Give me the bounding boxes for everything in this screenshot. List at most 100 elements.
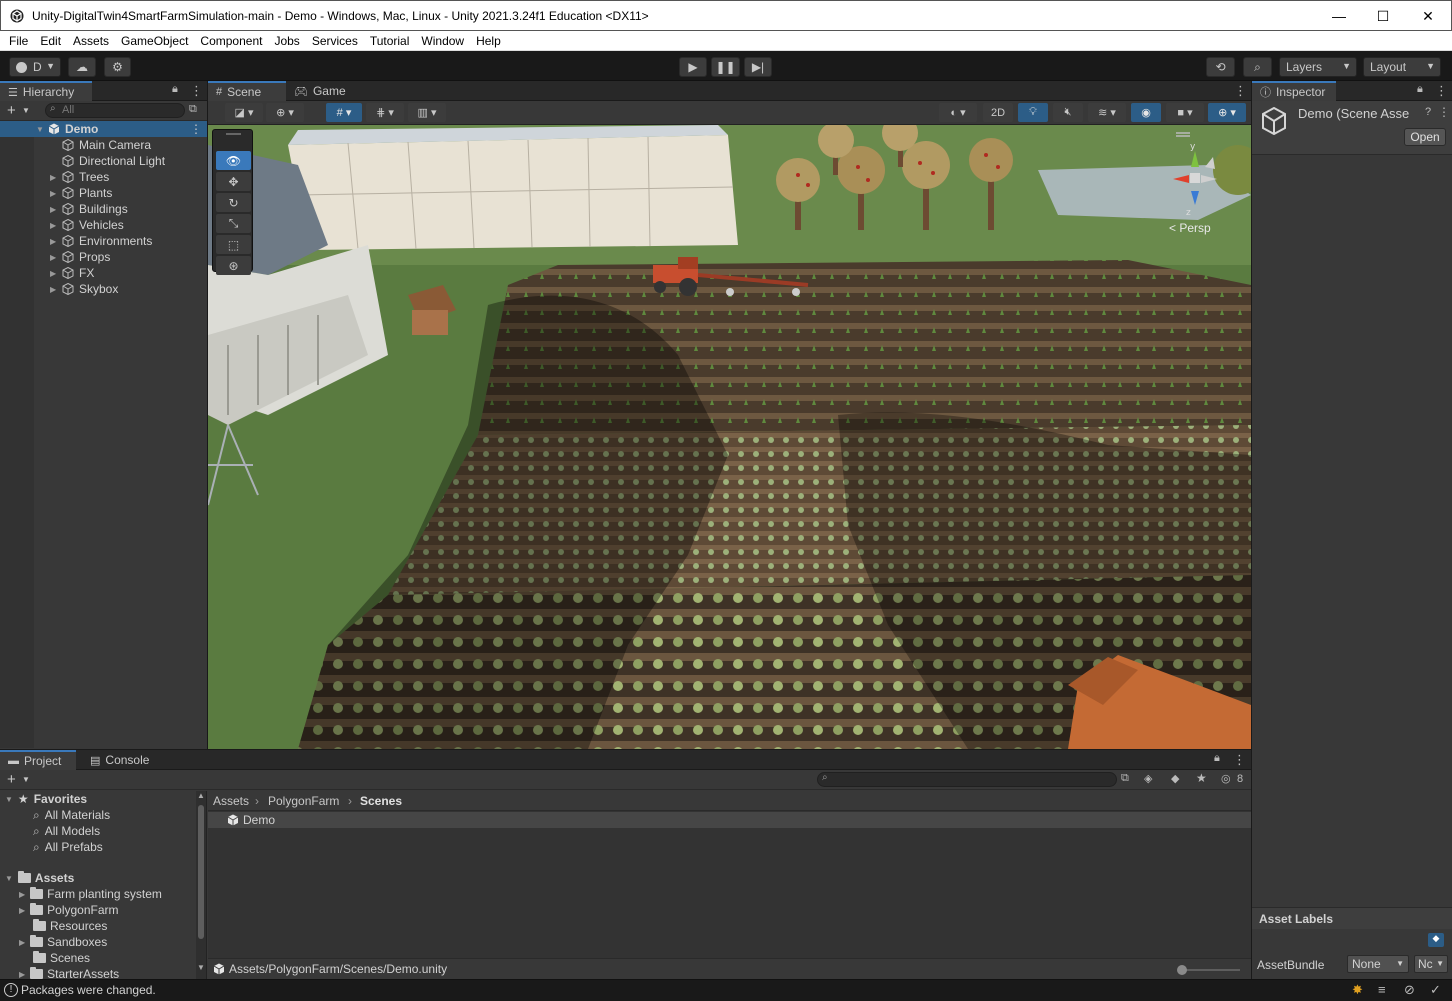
lock-icon[interactable]: 🔒︎ [1417,83,1423,96]
scroll-up-icon[interactable]: ▲ [197,791,205,800]
play-button[interactable]: ▶ [679,57,707,77]
open-button[interactable]: Open [1404,128,1446,146]
cache-server-icon[interactable]: ≡ [1378,982,1386,997]
tab-scene[interactable]: # Scene [208,81,286,101]
effects-dropdown[interactable]: ≋ ▾ [1088,103,1126,122]
tag-icon[interactable]: ◆ [1428,933,1444,947]
chevron-right-icon[interactable]: ▶ [50,221,56,230]
menu-gameobject[interactable]: GameObject [115,34,194,48]
breadcrumb-assets[interactable]: Assets [213,794,249,808]
hierarchy-item[interactable]: ▶ Trees [0,169,207,185]
scene-visibility-icon[interactable]: ⧉ [189,103,197,116]
pause-button[interactable]: ❚❚ [711,57,740,77]
chevron-down-icon[interactable]: ▼ [5,795,13,804]
bug-icon[interactable]: ✸ [1352,982,1363,998]
camera-dropdown[interactable]: ■ ▾ [1166,103,1204,122]
folder-tree-scrollbar[interactable]: ▲ ▼ [196,791,206,980]
gizmos-dropdown[interactable]: ⊕ ▾ [1208,103,1246,122]
asset-folder-row[interactable]: Scenes [33,950,90,966]
chevron-right-icon[interactable]: ▶ [50,269,56,278]
more-menu-icon[interactable]: ⋮ [1435,83,1448,99]
debug-mode-icon[interactable]: ⊘ [1404,982,1415,998]
chevron-right-icon[interactable]: ▶ [19,970,25,979]
hierarchy-item[interactable]: ▶ Skybox [0,281,207,297]
2d-toggle[interactable]: 2D [983,103,1013,122]
assets-root-row[interactable]: ▼ Assets [5,870,74,886]
chevron-right-icon[interactable]: ▶ [50,189,56,198]
lock-icon[interactable]: 🔒︎ [172,83,178,96]
asset-labels-header[interactable]: Asset Labels [1252,907,1452,929]
grid-snap-toggle[interactable]: # ▾ [326,103,362,122]
file-row[interactable]: Demo [208,812,1251,828]
more-menu-icon[interactable]: ⋮ [1233,752,1246,768]
chevron-right-icon[interactable]: ▶ [19,890,25,899]
menu-jobs[interactable]: Jobs [268,34,305,48]
hierarchy-item[interactable]: Directional Light [0,153,207,169]
add-icon[interactable]: + [7,102,16,119]
status-message[interactable]: Packages were changed. [21,983,156,997]
hierarchy-item[interactable]: Main Camera [0,137,207,153]
filter-by-type-icon[interactable]: ◈ [1144,772,1152,785]
hierarchy-item[interactable]: ▶ FX [0,265,207,281]
favorite-star-icon[interactable]: ★ [1196,771,1207,785]
hierarchy-search-input[interactable]: ⌕ All [45,103,185,118]
tab-hierarchy[interactable]: ☰ Hierarchy [0,81,92,101]
chevron-right-icon[interactable]: ▶ [50,237,56,246]
settings-icon[interactable]: ⋮ [1438,105,1450,119]
more-menu-icon[interactable]: ⋮ [1234,83,1247,99]
menu-window[interactable]: Window [415,34,470,48]
chevron-right-icon[interactable]: ▶ [50,285,56,294]
rect-tool-button[interactable]: ⬚ [216,235,251,254]
filter-by-label-icon[interactable]: ◆ [1171,772,1179,785]
chevron-right-icon[interactable]: ▶ [19,906,25,915]
more-menu-icon[interactable]: ⋮ [190,122,202,136]
asset-folder-row[interactable]: ▶ StarterAssets [19,966,119,980]
menu-file[interactable]: File [3,34,34,48]
asset-variant-dropdown[interactable]: Nc ▼ [1414,955,1448,973]
chevron-down-icon[interactable]: ▼ [36,125,44,134]
menu-tutorial[interactable]: Tutorial [364,34,416,48]
close-button[interactable]: ✕ [1405,1,1451,31]
asset-folder-row[interactable]: ▶ Sandboxes [19,934,107,950]
search-button[interactable]: ⌕ [1243,57,1272,77]
icon-size-slider[interactable] [1177,965,1240,975]
tab-console[interactable]: ▤ Console [82,750,162,770]
chevron-down-icon[interactable]: ▼ [22,775,30,784]
menu-assets[interactable]: Assets [67,34,115,48]
minimize-button[interactable]: — [1316,1,1362,31]
favorites-row[interactable]: ▼ ★ Favorites [5,791,87,807]
chevron-right-icon[interactable]: ▶ [50,173,56,182]
menu-services[interactable]: Services [306,34,364,48]
scene-visibility-toggle[interactable]: ◉ [1131,103,1161,122]
chevron-right-icon[interactable]: ▶ [19,938,25,947]
asset-folder-row[interactable]: Resources [33,918,107,934]
hierarchy-item[interactable]: ▶ Buildings [0,201,207,217]
auto-generate-lighting-icon[interactable]: ✓ [1430,982,1441,998]
tab-project[interactable]: ▬ Project [0,750,76,770]
more-menu-icon[interactable]: ⋮ [190,83,203,99]
info-icon[interactable]: ! [4,983,18,997]
scale-tool-button[interactable]: ⤡ [216,214,251,233]
rotate-tool-button[interactable]: ↻ [216,193,251,212]
grid-visibility-toggle[interactable]: ▥ ▾ [408,103,446,122]
move-tool-button[interactable]: ✥ [216,172,251,191]
chevron-right-icon[interactable]: ▶ [50,205,56,214]
lock-icon[interactable]: 🔒︎ [1214,752,1220,765]
asset-bundle-dropdown[interactable]: None ▼ [1347,955,1409,973]
layers-dropdown[interactable]: Layers ▼ [1279,57,1357,77]
account-dropdown[interactable]: D ▼ [9,57,61,77]
scene-row-demo[interactable]: ▼ Demo ⋮ [0,121,207,137]
hierarchy-item[interactable]: ▶ Vehicles [0,217,207,233]
layout-dropdown[interactable]: Layout ▼ [1363,57,1441,77]
transform-tool-button[interactable]: ⊛ [216,256,251,275]
scene-viewport[interactable]: 👁︎ ✥ ↻ ⤡ ⬚ ⊛ y z < Persp [208,125,1251,749]
breadcrumb-polygonfarm[interactable]: PolygonFarm [268,794,339,808]
breadcrumb-scenes[interactable]: Scenes [360,794,402,808]
scrollbar-thumb[interactable] [198,805,204,939]
view-tool-button[interactable]: 👁︎ [216,151,251,170]
chevron-down-icon[interactable]: ▼ [22,106,30,115]
menu-component[interactable]: Component [194,34,268,48]
asset-folder-row[interactable]: ▶ PolygonFarm [19,902,119,918]
hierarchy-item[interactable]: ▶ Plants [0,185,207,201]
tab-game[interactable]: 🎮︎ Game [286,81,356,101]
